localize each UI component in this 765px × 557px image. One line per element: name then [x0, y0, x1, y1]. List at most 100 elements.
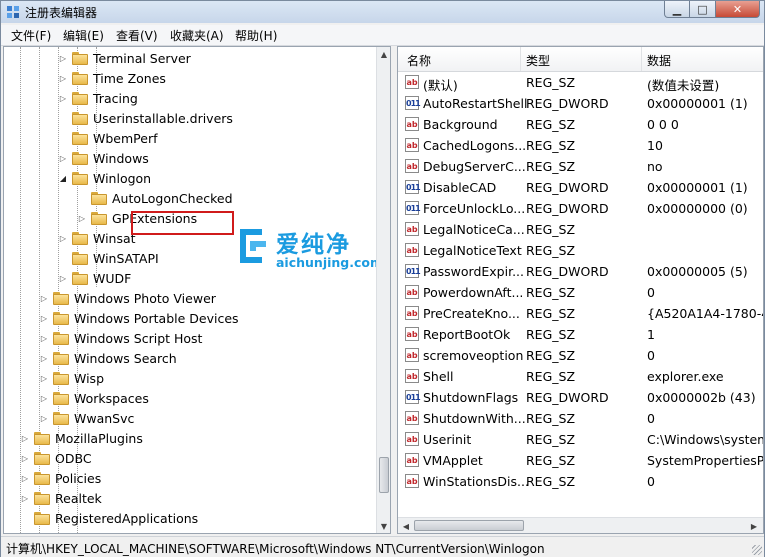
title-bar[interactable]: 注册表编辑器 ▁ □ ✕ — [1, 1, 764, 23]
minimize-button[interactable]: ▁ — [664, 1, 690, 18]
tree-item[interactable]: Userinstallable.drivers — [58, 108, 233, 128]
expand-arrow-icon[interactable]: ▷ — [58, 273, 68, 283]
value-row[interactable]: ab ShutdownWith... REG_SZ 0 — [398, 408, 763, 429]
tree-item[interactable]: ▷ MozillaPlugins — [20, 428, 143, 448]
tree-item-label: Winsat — [93, 230, 136, 246]
expand-arrow-icon[interactable]: ▷ — [39, 393, 49, 403]
tree-item[interactable]: AutoLogonChecked — [77, 188, 233, 208]
expand-arrow-icon[interactable]: ▷ — [20, 453, 30, 463]
expand-arrow-icon[interactable]: ▷ — [39, 313, 49, 323]
value-row[interactable]: ab CachedLogons... REG_SZ 10 — [398, 135, 763, 156]
value-row[interactable]: ab scremoveoption REG_SZ 0 — [398, 345, 763, 366]
value-row[interactable]: 011 AutoRestartShell REG_DWORD 0x00000001 (… — [398, 93, 763, 114]
folder-icon — [53, 411, 69, 425]
expand-arrow-icon[interactable]: ▷ — [39, 333, 49, 343]
menu-favorites[interactable]: 收藏夹(A) — [168, 27, 226, 44]
value-type: REG_SZ — [526, 453, 576, 468]
expand-arrow-icon[interactable]: ▷ — [39, 413, 49, 423]
value-row[interactable]: ab PowerdownAft... REG_SZ 0 — [398, 282, 763, 303]
tree-item[interactable]: ▷ Winsat — [58, 228, 136, 248]
expand-arrow-icon[interactable]: ▷ — [20, 433, 30, 443]
tree-item[interactable]: WbemPerf — [58, 128, 157, 148]
tree-item[interactable]: RegisteredApplications — [20, 508, 198, 528]
tree-item[interactable]: ▷ Terminal Server — [58, 48, 191, 68]
menu-edit[interactable]: 编辑(E) — [61, 27, 106, 44]
tree-item[interactable]: ▷ Windows Portable Devices — [39, 308, 239, 328]
column-header-type[interactable]: 类型 — [526, 52, 550, 69]
tree-item[interactable]: ▷ Windows Photo Viewer — [39, 288, 216, 308]
value-data: 0x00000001 (1) — [647, 180, 748, 195]
resize-grip-icon[interactable] — [752, 545, 762, 555]
tree-item[interactable]: ▷ Workspaces — [39, 388, 149, 408]
tree-item[interactable]: ◢ Winlogon — [58, 168, 151, 188]
value-row[interactable]: ab Background REG_SZ 0 0 0 — [398, 114, 763, 135]
expand-arrow-icon[interactable]: ▷ — [39, 353, 49, 363]
values-list-pane[interactable]: 名称 类型 数据 ab (默认) REG_SZ (数值未设置) 011 AutoResta… — [397, 46, 764, 534]
list-scroll-thumb[interactable] — [414, 520, 524, 531]
tree-vertical-scrollbar[interactable]: ▲ ▼ — [376, 47, 390, 533]
expand-arrow-icon[interactable]: ▷ — [58, 153, 68, 163]
tree-item-label: WwanSvc — [74, 410, 135, 426]
tree-item[interactable]: ▷ Windows Search — [39, 348, 177, 368]
tree-item[interactable]: ▷ ODBC — [20, 448, 92, 468]
value-row[interactable]: ab PreCreateKno... REG_SZ {A520A1A4-1780-4F… — [398, 303, 763, 324]
scroll-right-icon[interactable]: ▶ — [747, 519, 761, 533]
value-row[interactable]: ab Userinit REG_SZ C:\Windows\system3 — [398, 429, 763, 450]
value-row[interactable]: ab DebugServerC... REG_SZ no — [398, 156, 763, 177]
tree-item[interactable]: ▷ Tracing — [58, 88, 138, 108]
expand-arrow-icon[interactable]: ▷ — [58, 73, 68, 83]
expand-arrow-icon[interactable]: ▷ — [39, 293, 49, 303]
value-row[interactable]: 011 ShutdownFlags REG_DWORD 0x0000002b (43) — [398, 387, 763, 408]
folder-icon — [53, 331, 69, 345]
expand-arrow-icon[interactable]: ▷ — [58, 93, 68, 103]
column-header-name[interactable]: 名称 — [407, 52, 431, 69]
value-row[interactable]: 011 ForceUnlockLo... REG_DWORD 0x00000000 (… — [398, 198, 763, 219]
tree-item[interactable]: ▷ WUDF — [58, 268, 131, 288]
maximize-button[interactable]: □ — [690, 1, 716, 18]
tree-item[interactable]: ▷ Windows — [58, 148, 149, 168]
expand-arrow-icon[interactable]: ▷ — [20, 473, 30, 483]
tree-scroll-thumb[interactable] — [379, 457, 389, 493]
column-header-data[interactable]: 数据 — [647, 52, 671, 69]
folder-icon — [53, 291, 69, 305]
tree-item[interactable]: ▷ Policies — [20, 468, 101, 488]
value-name: ForceUnlockLo... — [423, 201, 526, 216]
value-name: WinStationsDis... — [423, 474, 529, 489]
tree-item-label: WbemPerf — [93, 130, 158, 146]
scroll-left-icon[interactable]: ◀ — [399, 519, 413, 533]
close-button[interactable]: ✕ — [716, 1, 760, 18]
menu-help[interactable]: 帮助(H) — [233, 27, 279, 44]
expand-arrow-icon[interactable]: ▷ — [58, 233, 68, 243]
tree-item[interactable]: ▷ Wisp — [39, 368, 104, 388]
value-row[interactable]: ab ReportBootOk REG_SZ 1 — [398, 324, 763, 345]
list-horizontal-scrollbar[interactable]: ◀ ▶ — [398, 517, 763, 533]
column-divider[interactable] — [641, 47, 642, 71]
menu-view[interactable]: 查看(V) — [114, 27, 160, 44]
tree-item[interactable]: WinSATAPI — [58, 248, 159, 268]
scroll-down-icon[interactable]: ▼ — [377, 519, 390, 533]
value-row[interactable]: ab LegalNoticeCa... REG_SZ — [398, 219, 763, 240]
expand-arrow-icon[interactable]: ▷ — [58, 53, 68, 63]
string-value-icon: ab — [405, 369, 419, 383]
menu-file[interactable]: 文件(F) — [9, 27, 53, 44]
value-row[interactable]: ab WinStationsDis... REG_SZ 0 — [398, 471, 763, 492]
tree-item[interactable]: ▷ Time Zones — [58, 68, 166, 88]
tree-item[interactable]: ▷ WwanSvc — [39, 408, 134, 428]
value-row[interactable]: ab (默认) REG_SZ (数值未设置) — [398, 72, 763, 93]
expand-arrow-icon[interactable]: ▷ — [20, 493, 30, 503]
collapse-arrow-icon[interactable]: ◢ — [58, 173, 68, 183]
scroll-up-icon[interactable]: ▲ — [377, 47, 390, 61]
column-divider[interactable] — [520, 47, 521, 71]
tree-item-label: AutoLogonChecked — [112, 190, 233, 206]
value-row[interactable]: ab Shell REG_SZ explorer.exe — [398, 366, 763, 387]
key-tree-pane[interactable]: ▷ Terminal Server ▷ Time Zones ▷ Tracing Useri… — [3, 46, 391, 534]
tree-item[interactable]: ▷ Realtek — [20, 488, 102, 508]
tree-item[interactable]: ▷ Windows Script Host — [39, 328, 203, 348]
expand-arrow-icon[interactable]: ▷ — [77, 213, 87, 223]
value-row[interactable]: ab LegalNoticeText REG_SZ — [398, 240, 763, 261]
expand-arrow-icon[interactable]: ▷ — [39, 373, 49, 383]
value-row[interactable]: ab VMApplet REG_SZ SystemPropertiesPe — [398, 450, 763, 471]
value-row[interactable]: 011 DisableCAD REG_DWORD 0x00000001 (1) — [398, 177, 763, 198]
value-row[interactable]: 011 PasswordExpir... REG_DWORD 0x00000005 (… — [398, 261, 763, 282]
